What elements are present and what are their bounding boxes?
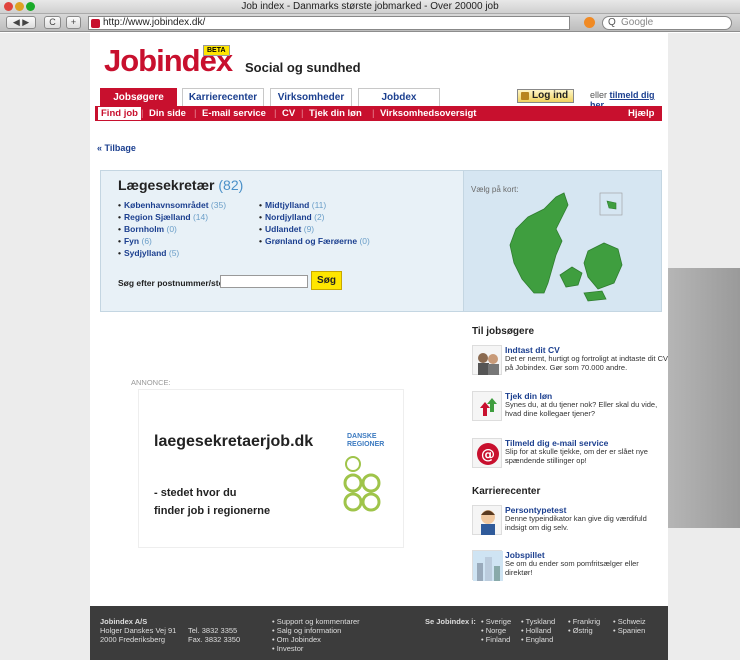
subnav-separator: | xyxy=(141,108,144,119)
footer-country-link[interactable]: England xyxy=(521,635,554,644)
danske-regioner-logo-icon xyxy=(343,456,381,512)
up-down-arrows-icon xyxy=(472,391,502,421)
ad-banner[interactable]: laegesekretaerjob.dk - stedet hvor du fi… xyxy=(139,390,403,547)
footer-country-link[interactable]: Spanien xyxy=(613,626,646,635)
subnav-find-job[interactable]: Find job xyxy=(98,107,141,120)
footer-country-link[interactable]: Sverige xyxy=(481,617,511,626)
footer-link[interactable]: Support og kommentarer xyxy=(272,617,360,626)
subnav-email-service[interactable]: E-mail service xyxy=(202,106,266,121)
tab-virksomheder[interactable]: Virksomheder xyxy=(270,88,352,106)
lock-icon xyxy=(521,92,529,100)
footer-address1: Holger Danskes Vej 91 xyxy=(100,626,177,635)
footer-fax: Fax. 3832 3350 xyxy=(188,635,241,644)
footer-country-link[interactable]: Schweiz xyxy=(613,617,646,626)
browser-toolbar: ◀ ▶ C + http://www.jobindex.dk/ Q Google xyxy=(0,14,740,32)
signup-or-text: eller xyxy=(590,90,608,100)
region-link[interactable]: Udlandet (9) xyxy=(259,224,314,234)
ad-domain: laegesekretaerjob.dk xyxy=(154,433,314,450)
site-tagline: Social og sundhed xyxy=(245,60,361,75)
ad-line-2: finder job i regionerne xyxy=(154,505,271,517)
subnav-separator: | xyxy=(301,108,304,119)
search-placeholder: Google xyxy=(621,17,654,28)
region-link[interactable]: Københavnsområdet (35) xyxy=(118,200,226,210)
footer-country-link[interactable]: Norge xyxy=(481,626,506,635)
sidebar-item-text: Denne typeindikator kan give dig værdifu… xyxy=(505,514,647,532)
footer-country-link[interactable]: Tyskland xyxy=(521,617,556,626)
tab-jobdex[interactable]: Jobdex xyxy=(358,88,440,106)
tab-karrierecenter[interactable]: Karrierecenter xyxy=(182,88,264,106)
subnav-separator: | xyxy=(194,108,197,119)
denmark-map-panel: Vælg på kort: xyxy=(463,171,661,311)
denmark-map[interactable] xyxy=(464,171,662,311)
region-link[interactable]: Grønland og Færøerne (0) xyxy=(259,236,370,246)
footer-company: Jobindex A/S xyxy=(100,617,148,626)
sidebar-item-text: Slip for at skulle tjekke, om der er slå… xyxy=(505,447,648,465)
svg-text:@: @ xyxy=(481,447,495,463)
login-label: Log ind xyxy=(532,90,569,101)
sidebar-item-text: Synes du, at du tjener nok? Eller skal d… xyxy=(505,400,658,418)
add-bookmark-button[interactable]: + xyxy=(66,16,81,29)
footer-country-link[interactable]: Finland xyxy=(481,635,511,644)
site-footer: Jobindex A/S Holger Danskes Vej 91 2000 … xyxy=(90,606,668,660)
postcode-search-button[interactable]: Søg xyxy=(311,271,342,290)
buildings-icon xyxy=(472,550,503,581)
address-bar[interactable]: http://www.jobindex.dk/ xyxy=(88,16,570,30)
subnav-din-side[interactable]: Din side xyxy=(149,106,186,121)
region-link[interactable]: Midtjylland (11) xyxy=(259,200,326,210)
tab-jobsogere[interactable]: Jobsøgere xyxy=(100,88,177,106)
footer-phone: Tel. 3832 3355 xyxy=(188,626,238,635)
region-link[interactable]: Fyn (6) xyxy=(118,236,152,246)
footer-country-link[interactable]: Østrig xyxy=(568,626,593,635)
ad-line-1: - stedet hvor du xyxy=(154,487,237,499)
subnav-tjek-din-lon[interactable]: Tjek din løn xyxy=(309,106,362,121)
site-container: Jobindex BETA Social og sundhed Jobsøger… xyxy=(90,33,668,660)
back-forward-buttons[interactable]: ◀ ▶ xyxy=(6,16,36,29)
page-background: Jobindex BETA Social og sundhed Jobsøger… xyxy=(0,33,740,660)
rss-icon[interactable] xyxy=(584,17,595,28)
sub-navigation: Find job | Din side | E-mail service | C… xyxy=(95,106,662,121)
section-heading-career: Karrierecenter xyxy=(472,486,541,497)
search-icon: Q xyxy=(608,17,616,28)
category-title: Lægesekretær (82) xyxy=(118,177,243,193)
beta-badge: BETA xyxy=(203,45,230,56)
category-name: Lægesekretær xyxy=(118,177,215,193)
region-link[interactable]: Bornholm (0) xyxy=(118,224,177,234)
ad-label: ANNONCE: xyxy=(131,378,171,387)
postcode-search-input[interactable] xyxy=(220,275,308,288)
subnav-virksomhedsoversigt[interactable]: Virksomhedsoversigt xyxy=(380,106,476,121)
browser-search-field[interactable]: Q Google xyxy=(602,16,732,30)
subnav-separator: | xyxy=(372,108,375,119)
login-button[interactable]: Log ind xyxy=(517,89,575,103)
region-link[interactable]: Region Sjælland (14) xyxy=(118,212,208,222)
footer-link[interactable]: Om Jobindex xyxy=(272,635,321,644)
footer-link[interactable]: Salg og information xyxy=(272,626,342,635)
region-link[interactable]: Nordjylland (2) xyxy=(259,212,325,222)
footer-country-link[interactable]: Holland xyxy=(521,626,551,635)
sidebar-item-text: Se om du ender som pomfritsælger eller d… xyxy=(505,559,639,577)
window-titlebar: Job index - Danmarks største jobmarked -… xyxy=(0,0,740,14)
footer-country-link[interactable]: Frankrig xyxy=(568,617,601,626)
email-at-icon: @ xyxy=(472,438,502,468)
url-text: http://www.jobindex.dk/ xyxy=(103,17,206,28)
sidebar-item-text: Det er nemt, hurtigt og fortroligt at in… xyxy=(505,354,668,372)
person-cartoon-icon xyxy=(472,505,502,535)
subnav-cv[interactable]: CV xyxy=(282,106,295,121)
back-link[interactable]: « Tilbage xyxy=(97,143,136,153)
footer-country-label: Se Jobindex i: xyxy=(425,617,476,626)
site-favicon-icon xyxy=(91,19,100,28)
postcode-search-label: Søg efter postnummer/sted: xyxy=(118,278,232,288)
subnav-help[interactable]: Hjælp xyxy=(628,106,654,121)
window-title: Job index - Danmarks største jobmarked -… xyxy=(241,1,499,12)
footer-link[interactable]: Investor xyxy=(272,644,304,653)
ad-brand-name: DANSKE REGIONER xyxy=(347,433,385,448)
subnav-separator: | xyxy=(274,108,277,119)
region-link[interactable]: Sydjylland (5) xyxy=(118,248,179,258)
category-box: Lægesekretær (82) Københavnsområdet (35)… xyxy=(100,170,662,312)
footer-address2: 2000 Frederiksberg xyxy=(100,635,166,644)
category-count: (82) xyxy=(218,177,244,193)
section-heading-jobseekers: Til jobsøgere xyxy=(472,326,535,337)
people-icon xyxy=(472,345,502,375)
reload-button[interactable]: C xyxy=(44,16,61,29)
